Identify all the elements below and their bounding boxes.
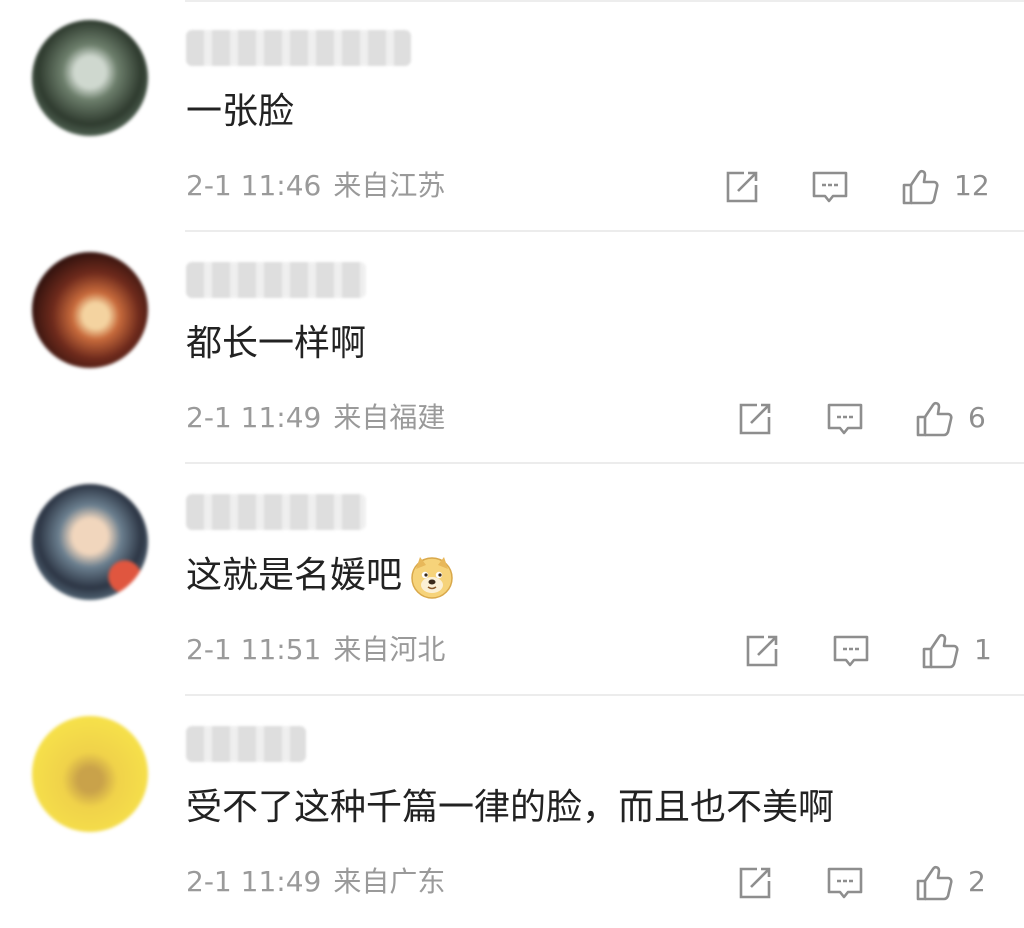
doge-emoji-icon	[411, 557, 453, 599]
comment-icon[interactable]	[825, 399, 865, 439]
comment-time: 2-1 11:51	[186, 633, 322, 666]
comment-time: 2-1 11:49	[186, 401, 322, 434]
like-count: 1	[974, 633, 992, 666]
username-blurred[interactable]	[186, 494, 366, 530]
comment-item: 都长一样啊 2-1 11:49 来自福建 6	[0, 232, 1024, 464]
comment-time: 2-1 11:49	[186, 865, 322, 898]
comment-item: 一张脸 2-1 11:46 来自江苏 12	[0, 0, 1024, 232]
avatar[interactable]	[32, 20, 148, 136]
comment-location: 来自福建	[333, 401, 446, 434]
comment-item: 这就是名媛吧 2-1 11:51 来自河北 1	[0, 464, 1024, 696]
like-count: 6	[968, 401, 986, 434]
thumbs-up-icon[interactable]	[914, 863, 954, 903]
comment-location: 来自江苏	[333, 169, 446, 202]
username-blurred[interactable]	[186, 30, 411, 66]
thumbs-up-icon[interactable]	[900, 167, 940, 207]
avatar[interactable]	[32, 716, 148, 832]
comment-icon[interactable]	[831, 631, 871, 671]
repost-icon[interactable]	[742, 631, 782, 671]
comment-meta: 2-1 11:51 来自河北	[186, 630, 445, 670]
comment-text-body: 这就是名媛吧	[186, 555, 403, 596]
username-blurred[interactable]	[186, 726, 306, 762]
comment-item: 受不了这种千篇一律的脸，而且也不美啊 2-1 11:49 来自广东 2	[0, 696, 1024, 928]
comment-location: 来自广东	[333, 865, 446, 898]
repost-icon[interactable]	[735, 863, 775, 903]
comment-meta: 2-1 11:46 来自江苏	[186, 166, 445, 206]
avatar[interactable]	[32, 484, 148, 600]
comment-icon[interactable]	[825, 863, 865, 903]
comment-icon[interactable]	[810, 167, 850, 207]
avatar[interactable]	[32, 252, 148, 368]
comment-text: 受不了这种千篇一律的脸，而且也不美啊	[186, 787, 835, 828]
repost-icon[interactable]	[735, 399, 775, 439]
comment-text: 都长一样啊	[186, 323, 367, 364]
like-count: 2	[968, 865, 986, 898]
comment-text: 一张脸	[186, 91, 295, 132]
comment-time: 2-1 11:46	[186, 169, 322, 202]
thumbs-up-icon[interactable]	[914, 399, 954, 439]
thumbs-up-icon[interactable]	[920, 631, 960, 671]
repost-icon[interactable]	[722, 167, 762, 207]
like-count: 12	[954, 169, 990, 202]
comment-meta: 2-1 11:49 来自广东	[186, 862, 445, 902]
comment-text: 这就是名媛吧	[186, 552, 456, 601]
username-blurred[interactable]	[186, 262, 366, 298]
comment-location: 来自河北	[333, 633, 446, 666]
comment-meta: 2-1 11:49 来自福建	[186, 398, 445, 438]
